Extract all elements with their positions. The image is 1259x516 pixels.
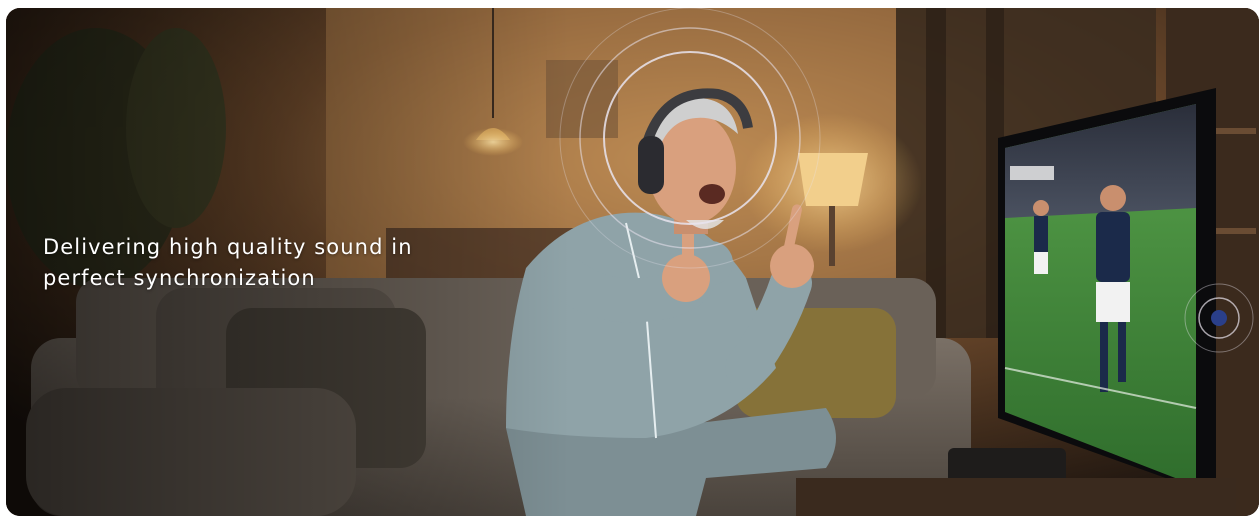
banner-headline: Delivering high quality sound in perfect… [43, 232, 563, 294]
headline-line-2: perfect synchronization [43, 266, 316, 290]
headline-line-1: Delivering high quality sound in [43, 235, 413, 259]
hero-banner: Delivering high quality sound in perfect… [6, 8, 1259, 516]
